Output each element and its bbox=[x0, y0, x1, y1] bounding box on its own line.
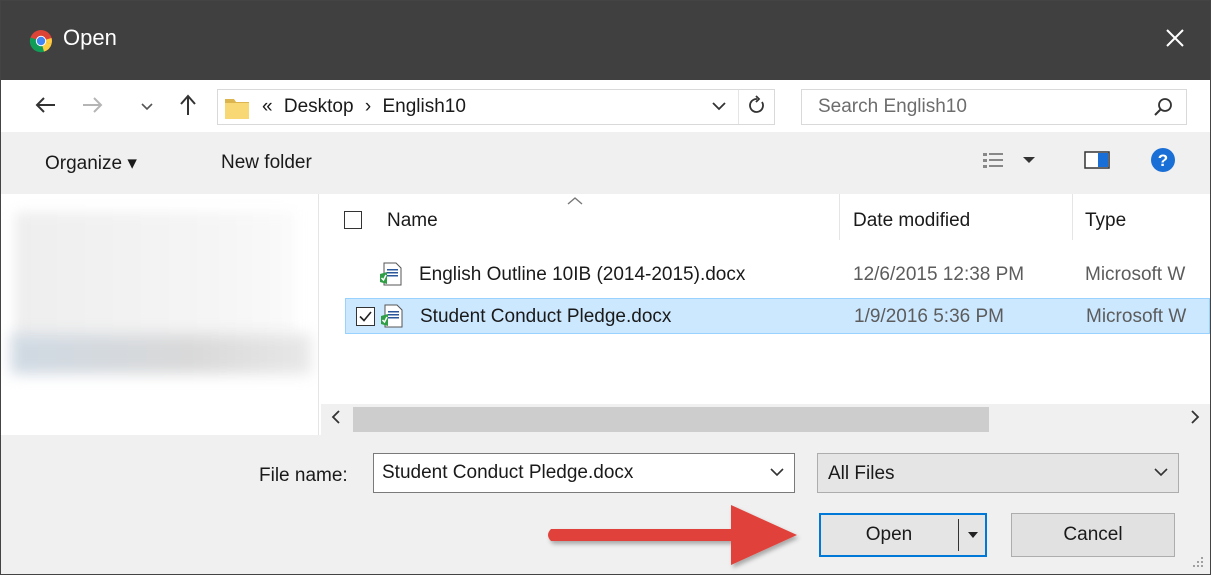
word-document-icon bbox=[379, 262, 403, 286]
open-options-dropdown[interactable] bbox=[961, 515, 985, 555]
column-header-type[interactable]: Type bbox=[1085, 210, 1126, 232]
file-type: Microsoft W bbox=[1085, 264, 1186, 285]
column-header-date[interactable]: Date modified bbox=[853, 210, 970, 232]
blurred-selected-item bbox=[11, 334, 311, 374]
new-folder-button[interactable]: New folder bbox=[221, 152, 312, 174]
file-name: English Outline 10IB (2014-2015).docx bbox=[419, 264, 746, 285]
file-list: Name Date modified Type English Outline … bbox=[321, 194, 1210, 435]
breadcrumb-overflow[interactable]: « bbox=[262, 96, 273, 117]
search-box[interactable] bbox=[801, 89, 1187, 125]
row-checkbox-checked[interactable] bbox=[356, 307, 375, 326]
preview-pane-button[interactable] bbox=[1079, 147, 1115, 177]
chevron-down-icon bbox=[712, 98, 726, 116]
folder-icon bbox=[224, 96, 250, 120]
annotation-arrow-icon bbox=[541, 497, 807, 573]
word-document-icon bbox=[380, 304, 404, 328]
chevron-left-icon bbox=[331, 410, 341, 429]
scroll-left-button[interactable] bbox=[321, 404, 351, 435]
svg-text:?: ? bbox=[1158, 151, 1168, 170]
chevron-down-icon bbox=[770, 464, 784, 482]
search-input[interactable] bbox=[802, 90, 1142, 124]
scroll-right-button[interactable] bbox=[1180, 404, 1210, 435]
help-button[interactable]: ? bbox=[1145, 147, 1181, 177]
command-bar: Organize ▾ New folder ? bbox=[1, 132, 1210, 194]
up-arrow-icon bbox=[179, 93, 197, 121]
file-name: Student Conduct Pledge.docx bbox=[420, 306, 672, 327]
help-icon: ? bbox=[1150, 147, 1176, 178]
breadcrumb-desktop[interactable]: Desktop bbox=[284, 96, 354, 117]
back-arrow-icon bbox=[35, 96, 57, 119]
file-date-modified: 12/6/2015 12:38 PM bbox=[853, 264, 1025, 285]
close-button[interactable] bbox=[1140, 1, 1210, 80]
search-icon[interactable] bbox=[1152, 96, 1174, 118]
view-options-icon bbox=[979, 150, 1041, 175]
sort-ascending-icon bbox=[565, 194, 585, 206]
file-name-label: File name: bbox=[259, 465, 348, 486]
preview-pane-icon bbox=[1084, 150, 1110, 175]
scrollbar-thumb[interactable] bbox=[353, 407, 989, 432]
refresh-icon bbox=[748, 94, 766, 120]
navigation-pane[interactable] bbox=[1, 194, 319, 435]
navigation-bar: « Desktop › English10 bbox=[1, 80, 1210, 132]
file-name-input[interactable] bbox=[374, 454, 754, 492]
column-header-row: Name Date modified Type bbox=[321, 194, 1210, 240]
breadcrumb: « Desktop › English10 bbox=[262, 96, 472, 118]
file-type-select[interactable]: All Files bbox=[817, 453, 1179, 493]
file-name-dropdown-button[interactable] bbox=[760, 454, 794, 492]
address-dropdown-button[interactable] bbox=[704, 90, 734, 124]
file-name-combobox[interactable] bbox=[373, 453, 795, 493]
chrome-icon bbox=[29, 29, 53, 53]
column-divider[interactable] bbox=[839, 194, 840, 240]
resize-grip-icon[interactable] bbox=[1190, 554, 1204, 568]
content-area: Name Date modified Type English Outline … bbox=[1, 194, 1210, 435]
breadcrumb-english10[interactable]: English10 bbox=[382, 96, 465, 117]
back-button[interactable] bbox=[31, 92, 61, 122]
file-type: Microsoft W bbox=[1086, 306, 1187, 327]
breadcrumb-separator[interactable]: › bbox=[365, 96, 371, 117]
horizontal-scrollbar[interactable] bbox=[321, 404, 1210, 435]
view-options-button[interactable] bbox=[975, 147, 1045, 177]
window-title: Open bbox=[63, 25, 117, 50]
organize-menu[interactable]: Organize ▾ bbox=[45, 152, 137, 175]
title-bar: Open bbox=[1, 1, 1210, 80]
column-divider[interactable] bbox=[1072, 194, 1073, 240]
caret-down-icon bbox=[967, 526, 979, 544]
cancel-button[interactable]: Cancel bbox=[1011, 513, 1175, 557]
chevron-down-icon bbox=[141, 98, 153, 116]
file-date-modified: 1/9/2016 5:36 PM bbox=[854, 306, 1004, 327]
blurred-navigation-items bbox=[15, 212, 295, 342]
close-icon bbox=[1165, 28, 1185, 53]
address-bar[interactable]: « Desktop › English10 bbox=[217, 89, 775, 125]
open-button[interactable]: Open bbox=[819, 513, 987, 557]
recent-locations-button[interactable] bbox=[137, 92, 157, 122]
open-button-label: Open bbox=[865, 524, 913, 545]
file-type-dropdown-button[interactable] bbox=[1144, 454, 1178, 492]
up-button[interactable] bbox=[173, 92, 203, 122]
forward-arrow-icon bbox=[81, 96, 103, 119]
refresh-button[interactable] bbox=[738, 90, 774, 124]
forward-button[interactable] bbox=[77, 92, 107, 122]
file-type-value: All Files bbox=[828, 463, 895, 484]
column-header-name[interactable]: Name bbox=[387, 210, 438, 232]
file-row-selected[interactable]: Student Conduct Pledge.docx 1/9/2016 5:3… bbox=[345, 298, 1210, 334]
split-button-divider bbox=[958, 519, 959, 551]
chevron-right-icon bbox=[1190, 410, 1200, 429]
chevron-down-icon bbox=[1154, 464, 1168, 482]
select-all-checkbox[interactable] bbox=[344, 211, 362, 229]
open-dialog: Open « Desktop › English10 Search Englis… bbox=[0, 0, 1211, 575]
file-row[interactable]: English Outline 10IB (2014-2015).docx 12… bbox=[345, 257, 1210, 293]
